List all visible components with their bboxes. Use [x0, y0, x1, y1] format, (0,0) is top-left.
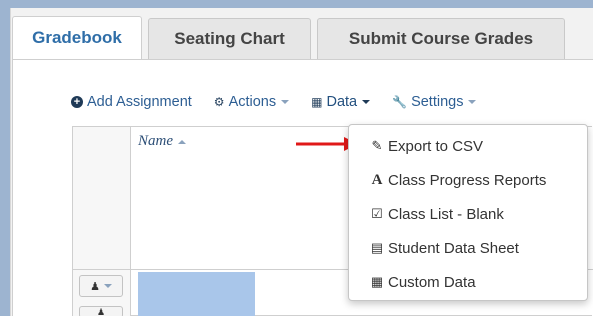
- gradebook-toolbar: + Add Assignment ⚙ Actions ▦ Data 🔧 Sett…: [71, 94, 498, 110]
- chevron-down-icon: [281, 100, 290, 104]
- user-icon: ♟: [90, 280, 100, 293]
- plus-circle-icon: +: [71, 96, 83, 108]
- chevron-down-icon: [362, 100, 371, 104]
- tab-submit-course-grades[interactable]: Submit Course Grades: [317, 18, 565, 59]
- student-row-menu-button[interactable]: ♟: [79, 306, 123, 316]
- chevron-down-icon: [103, 284, 112, 288]
- data-dropdown-menu: ✎ Export to CSV A Class Progress Reports…: [348, 124, 588, 301]
- name-column-header[interactable]: Name: [138, 133, 186, 150]
- columns-icon: ▦: [311, 95, 323, 109]
- data-dropdown[interactable]: ▦ Data: [311, 94, 371, 110]
- menu-item-label: Custom Data: [388, 273, 476, 291]
- name-header-label: Name: [138, 133, 173, 149]
- wrench-icon: 🔧: [392, 95, 408, 109]
- tab-seating-chart[interactable]: Seating Chart: [148, 18, 311, 59]
- menu-item-label: Export to CSV: [388, 137, 484, 155]
- menu-item-class-progress-reports[interactable]: A Class Progress Reports: [349, 163, 587, 197]
- menu-item-student-data-sheet[interactable]: ▤ Student Data Sheet: [349, 231, 587, 265]
- edit-export-icon: ✎: [371, 138, 383, 153]
- checkbox-icon: ☑: [371, 206, 383, 221]
- app-top-bar: [0, 0, 593, 8]
- add-assignment-button[interactable]: + Add Assignment: [71, 94, 192, 110]
- tab-gradebook[interactable]: Gradebook: [12, 16, 142, 59]
- gear-icon: ⚙: [213, 95, 225, 109]
- chevron-down-icon: [468, 100, 477, 104]
- tab-bar: Gradebook Seating Chart Submit Course Gr…: [12, 16, 571, 59]
- table-icon: ▦: [370, 274, 384, 289]
- actions-label: Actions: [228, 94, 277, 110]
- add-assignment-label: Add Assignment: [87, 94, 192, 110]
- redacted-student-name: [138, 272, 255, 316]
- student-row-menu-button[interactable]: ♟: [79, 275, 123, 297]
- settings-label: Settings: [411, 94, 464, 110]
- settings-dropdown[interactable]: 🔧 Settings: [392, 94, 477, 110]
- menu-item-label: Class Progress Reports: [388, 171, 547, 189]
- app-left-edge: [0, 0, 10, 316]
- actions-dropdown[interactable]: ⚙ Actions: [213, 94, 290, 110]
- menu-item-label: Class List - Blank: [388, 205, 504, 223]
- sort-ascending-icon: [178, 139, 186, 144]
- data-label: Data: [326, 94, 358, 110]
- menu-item-export-to-csv[interactable]: ✎ Export to CSV: [349, 129, 587, 163]
- menu-item-custom-data[interactable]: ▦ Custom Data: [349, 265, 587, 299]
- user-icon: ♟: [96, 306, 106, 316]
- letter-a-icon: A: [371, 171, 383, 188]
- list-icon: ▤: [370, 240, 384, 255]
- menu-item-label: Student Data Sheet: [388, 239, 519, 257]
- menu-item-class-list-blank[interactable]: ☑ Class List - Blank: [349, 197, 587, 231]
